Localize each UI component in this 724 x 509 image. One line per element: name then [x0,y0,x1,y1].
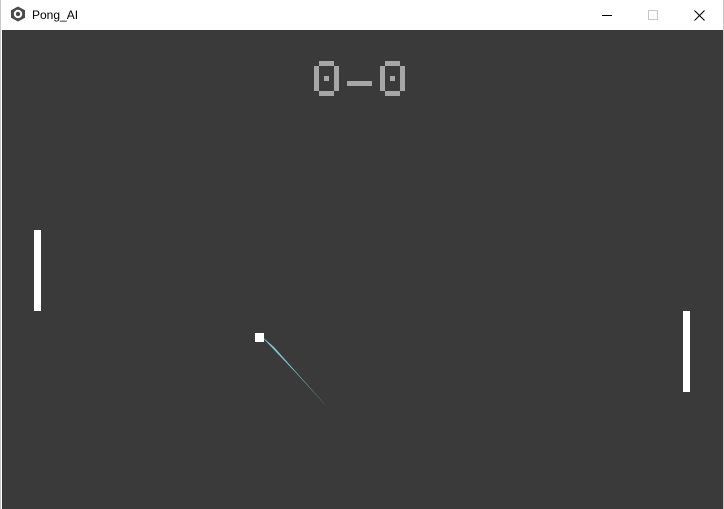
left-paddle [34,230,41,311]
close-button[interactable] [676,0,722,30]
minimize-icon [602,15,612,16]
ball-trail [259,334,328,408]
window-title: Pong_AI [32,8,79,22]
close-icon [693,9,705,21]
ball [255,333,264,342]
right-paddle [683,311,690,392]
maximize-button[interactable] [630,0,676,30]
pygame-snake-icon [11,6,25,22]
title-bar[interactable]: Pong_AI [1,0,723,30]
game-window: Pong_AI [0,0,724,509]
minimize-button[interactable] [584,0,630,30]
maximize-icon [648,10,658,20]
game-canvas[interactable] [2,30,723,509]
